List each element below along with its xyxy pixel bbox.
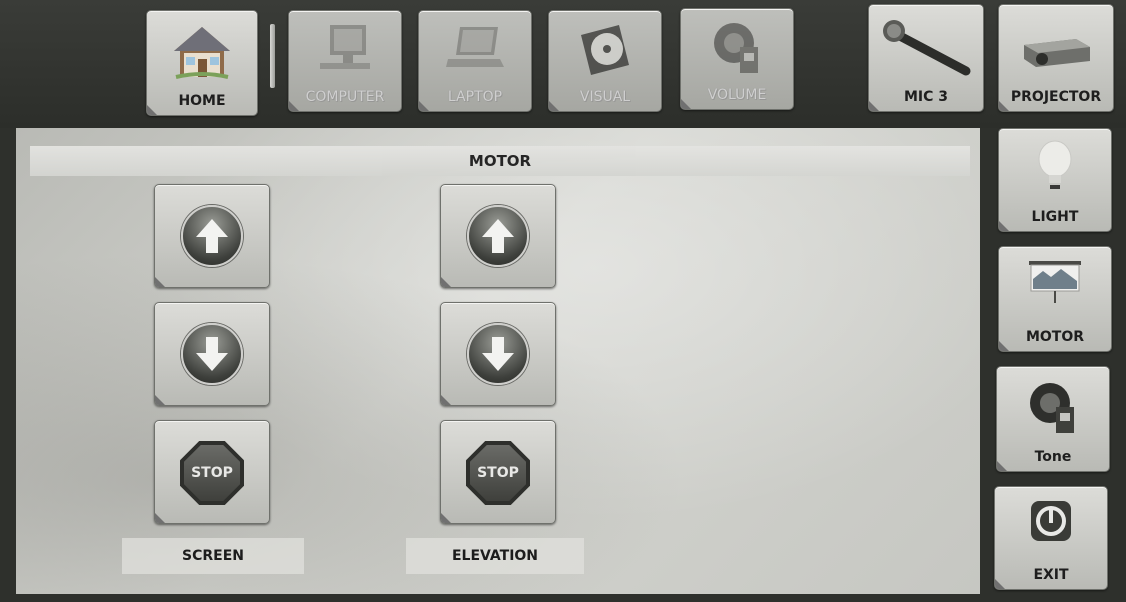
speaker-icon xyxy=(714,23,758,73)
home-label: HOME xyxy=(178,93,226,109)
disc-player-icon xyxy=(581,25,629,75)
elevation-label: ELEVATION xyxy=(406,538,584,574)
arrow-up-icon xyxy=(467,205,529,267)
mic-button[interactable]: MIC 3 xyxy=(868,4,984,112)
tone-label: Tone xyxy=(1034,449,1072,465)
screen-up-button[interactable] xyxy=(154,184,270,288)
stop-sign-text: STOP xyxy=(470,445,526,501)
exit-label: EXIT xyxy=(1033,567,1069,583)
projector-button[interactable]: PROJECTOR xyxy=(998,4,1114,112)
power-icon xyxy=(1031,501,1071,541)
projector-icon xyxy=(1024,39,1090,67)
screen-label: SCREEN xyxy=(122,538,304,574)
stop-sign-text: STOP xyxy=(184,445,240,501)
nav-divider xyxy=(270,24,275,88)
exit-button[interactable]: EXIT xyxy=(994,486,1108,590)
volume-label: VOLUME xyxy=(707,87,767,103)
laptop-button[interactable]: LAPTOP xyxy=(418,10,532,112)
computer-button[interactable]: COMPUTER xyxy=(288,10,402,112)
screen-stop-button[interactable]: STOP xyxy=(154,420,270,524)
visual-button[interactable]: VISUAL xyxy=(548,10,662,112)
microphone-icon xyxy=(883,20,971,76)
laptop-label: LAPTOP xyxy=(447,89,503,105)
projector-label: PROJECTOR xyxy=(1010,89,1102,105)
arrow-up-icon xyxy=(181,205,243,267)
visual-label: VISUAL xyxy=(579,89,631,105)
light-bulb-icon xyxy=(1038,140,1072,189)
panel-title: MOTOR xyxy=(30,146,970,176)
light-button[interactable]: LIGHT xyxy=(998,128,1112,232)
laptop-icon xyxy=(446,27,504,67)
stop-sign-icon: STOP xyxy=(466,441,530,505)
stop-sign-icon: STOP xyxy=(180,441,244,505)
light-label: LIGHT xyxy=(1031,209,1079,225)
mic-label: MIC 3 xyxy=(903,89,949,105)
right-sidebar: LIGHT MOTOR Tone EXIT xyxy=(982,128,1126,602)
house-icon xyxy=(174,27,230,79)
motor-label: MOTOR xyxy=(1025,329,1085,345)
home-button[interactable]: HOME xyxy=(146,10,258,116)
motor-panel: MOTOR STOP SCREEN STOP ELEVATION xyxy=(16,128,980,594)
arrow-down-icon xyxy=(181,323,243,385)
computer-icon xyxy=(320,25,370,69)
elevation-stop-button[interactable]: STOP xyxy=(440,420,556,524)
volume-button[interactable]: VOLUME xyxy=(680,8,794,110)
arrow-down-icon xyxy=(467,323,529,385)
projection-screen-icon xyxy=(1029,261,1081,303)
computer-label: COMPUTER xyxy=(305,89,385,105)
screen-down-button[interactable] xyxy=(154,302,270,406)
motor-button[interactable]: MOTOR xyxy=(998,246,1112,352)
top-nav-bar: HOME COMPUTER LAPTOP VISUAL VOLUME MIC 3… xyxy=(0,0,1126,128)
elevation-down-button[interactable] xyxy=(440,302,556,406)
elevation-up-button[interactable] xyxy=(440,184,556,288)
speaker-icon xyxy=(1030,383,1074,433)
tone-button[interactable]: Tone xyxy=(996,366,1110,472)
